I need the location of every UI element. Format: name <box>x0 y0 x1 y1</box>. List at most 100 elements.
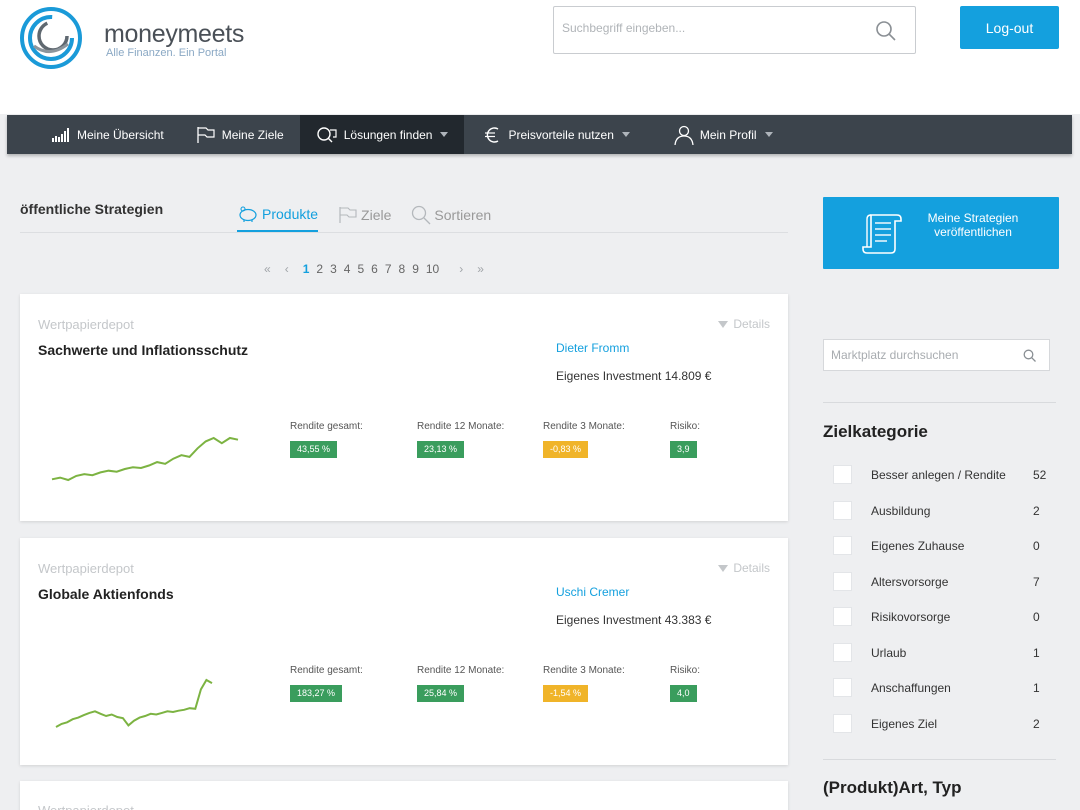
category-checkbox[interactable] <box>833 571 852 591</box>
nav-label: Meine Übersicht <box>77 127 164 142</box>
nav-item-preisvorteile[interactable]: Preisvorteile nutzen <box>464 115 645 154</box>
nav-item-uebersicht[interactable]: Meine Übersicht <box>7 115 180 154</box>
pagination-last[interactable]: » <box>477 262 484 276</box>
category-label: Eigenes Zuhause <box>871 539 965 553</box>
metric-risiko: Risiko: 3,9 <box>670 421 700 458</box>
strategy-card[interactable]: Wertpapierdepot <box>20 781 788 810</box>
sparkline-path <box>55 678 213 728</box>
flag-icon <box>197 126 215 143</box>
pagination-next[interactable]: › <box>459 262 463 276</box>
category-item[interactable]: Risikovorsorge 0 <box>833 607 1053 643</box>
brand-name: moneymeets <box>104 20 245 48</box>
pagination-page-6[interactable]: 6 <box>371 262 378 276</box>
strategy-card[interactable]: Wertpapierdepot Details Globale Aktienfo… <box>20 538 788 765</box>
pagination-page-9[interactable]: 9 <box>412 262 419 276</box>
metric-rendite-gesamt: Rendite gesamt: 183,27 % <box>290 665 363 702</box>
page-title: öffentliche Strategien <box>20 201 164 217</box>
search-icon <box>412 205 431 225</box>
category-count: 1 <box>1033 645 1040 660</box>
category-item[interactable]: Ausbildung 2 <box>833 500 1053 537</box>
category-count: 1 <box>1033 681 1040 695</box>
search-icon[interactable] <box>1023 349 1036 362</box>
logout-button[interactable]: Log-out <box>960 6 1059 49</box>
nav-item-ziele[interactable]: Meine Ziele <box>180 115 300 154</box>
metric-label: Rendite 12 Monate: <box>417 421 505 432</box>
pagination-page-4[interactable]: 4 <box>344 262 351 276</box>
category-item[interactable]: Anschaffungen 1 <box>833 678 1053 714</box>
category-count: 52 <box>1033 468 1047 482</box>
pagination-page-5[interactable]: 5 <box>357 262 364 276</box>
category-item[interactable]: Urlaub 1 <box>833 642 1053 679</box>
metric-badge: 43,55 % <box>290 441 338 458</box>
pagination-page-8[interactable]: 8 <box>399 262 406 276</box>
pagination-page-7[interactable]: 7 <box>385 262 392 276</box>
category-item[interactable]: Altersvorsorge 7 <box>833 571 1053 608</box>
brand-tagline: Alle Finanzen. Ein Portal <box>106 47 227 59</box>
category-checkbox[interactable] <box>833 642 852 662</box>
metric-label: Rendite 12 Monate: <box>417 665 505 676</box>
details-toggle[interactable]: Details <box>718 561 770 575</box>
strategy-investment: Eigenes Investment 14.809 € <box>556 369 712 383</box>
strategy-name[interactable]: Globale Aktienfonds <box>38 586 174 602</box>
tab-ziele[interactable]: Ziele <box>338 198 391 232</box>
pagination-page-2[interactable]: 2 <box>316 262 323 276</box>
tab-label: Sortieren <box>434 207 492 223</box>
pagination-first[interactable]: « <box>264 262 271 276</box>
metric-label: Rendite 3 Monate: <box>543 665 625 676</box>
user-icon <box>674 125 694 145</box>
details-label: Details <box>733 317 770 331</box>
pagination-page-10[interactable]: 10 <box>426 262 439 276</box>
tab-produkte[interactable]: Produkte <box>237 198 319 232</box>
chevron-down-icon <box>621 132 630 137</box>
category-checkbox[interactable] <box>833 500 852 520</box>
details-toggle[interactable]: Details <box>718 317 770 331</box>
main-nav: Meine Übersicht Meine Ziele Lösungen fin… <box>7 115 1072 154</box>
product-type: Wertpapierdepot <box>38 317 134 332</box>
details-label: Details <box>733 561 770 575</box>
metric-badge: -0,83 % <box>543 441 589 458</box>
zielkategorie-list: Besser anlegen / Rendite 52 Ausbildung 2… <box>833 465 1053 749</box>
metric-badge: 23,13 % <box>417 441 465 458</box>
strategy-author[interactable]: Dieter Fromm <box>556 341 629 355</box>
metric-rendite-gesamt: Rendite gesamt: 43,55 % <box>290 421 363 458</box>
metric-badge: 25,84 % <box>417 685 465 702</box>
market-search-input[interactable] <box>831 348 1016 362</box>
strategy-name[interactable]: Sachwerte und Inflationsschutz <box>38 342 248 358</box>
pagination-page-1[interactable]: 1 <box>303 262 310 276</box>
performance-sparkline <box>51 436 239 482</box>
category-item[interactable]: Eigenes Ziel 2 <box>833 713 1053 750</box>
moneymeets-logo[interactable] <box>20 6 84 70</box>
search-icon[interactable] <box>875 20 897 42</box>
caret-down-icon <box>718 564 729 572</box>
category-checkbox[interactable] <box>833 465 852 484</box>
chevron-down-icon <box>440 132 449 137</box>
product-type: Wertpapierdepot <box>38 561 134 576</box>
category-item[interactable]: Besser anlegen / Rendite 52 <box>833 465 1053 501</box>
category-label: Eigenes Ziel <box>871 716 938 731</box>
tab-sortieren[interactable]: Sortieren <box>411 198 491 232</box>
product-type: Wertpapierdepot <box>38 803 134 810</box>
category-checkbox[interactable] <box>833 607 852 626</box>
bar-chart-icon <box>52 127 69 142</box>
pagination-page-3[interactable]: 3 <box>330 262 337 276</box>
strategy-card[interactable]: Wertpapierdepot Details Sachwerte und In… <box>20 294 788 521</box>
pagination-prev[interactable]: ‹ <box>285 262 289 276</box>
category-checkbox[interactable] <box>833 713 852 733</box>
category-count: 0 <box>1033 539 1040 553</box>
performance-sparkline <box>55 678 213 728</box>
publish-strategies-button[interactable]: Meine Strategien veröffentlichen <box>823 197 1059 269</box>
category-label: Ausbildung <box>871 503 931 518</box>
chevron-down-icon <box>764 132 773 137</box>
category-checkbox[interactable] <box>833 536 852 555</box>
nav-item-loesungen[interactable]: Lösungen finden <box>299 115 465 154</box>
strategy-author[interactable]: Uschi Cremer <box>556 585 629 599</box>
metric-badge: 3,9 <box>670 441 697 458</box>
nav-item-profil[interactable]: Mein Profil <box>646 115 789 154</box>
category-checkbox[interactable] <box>833 678 852 697</box>
global-search[interactable] <box>553 6 916 54</box>
market-search[interactable] <box>823 339 1050 371</box>
global-search-input[interactable] <box>562 21 862 35</box>
category-item[interactable]: Eigenes Zuhause 0 <box>833 536 1053 572</box>
publish-label: Meine Strategien veröffentlichen <box>927 211 1019 239</box>
nav-label: Lösungen finden <box>343 127 433 142</box>
